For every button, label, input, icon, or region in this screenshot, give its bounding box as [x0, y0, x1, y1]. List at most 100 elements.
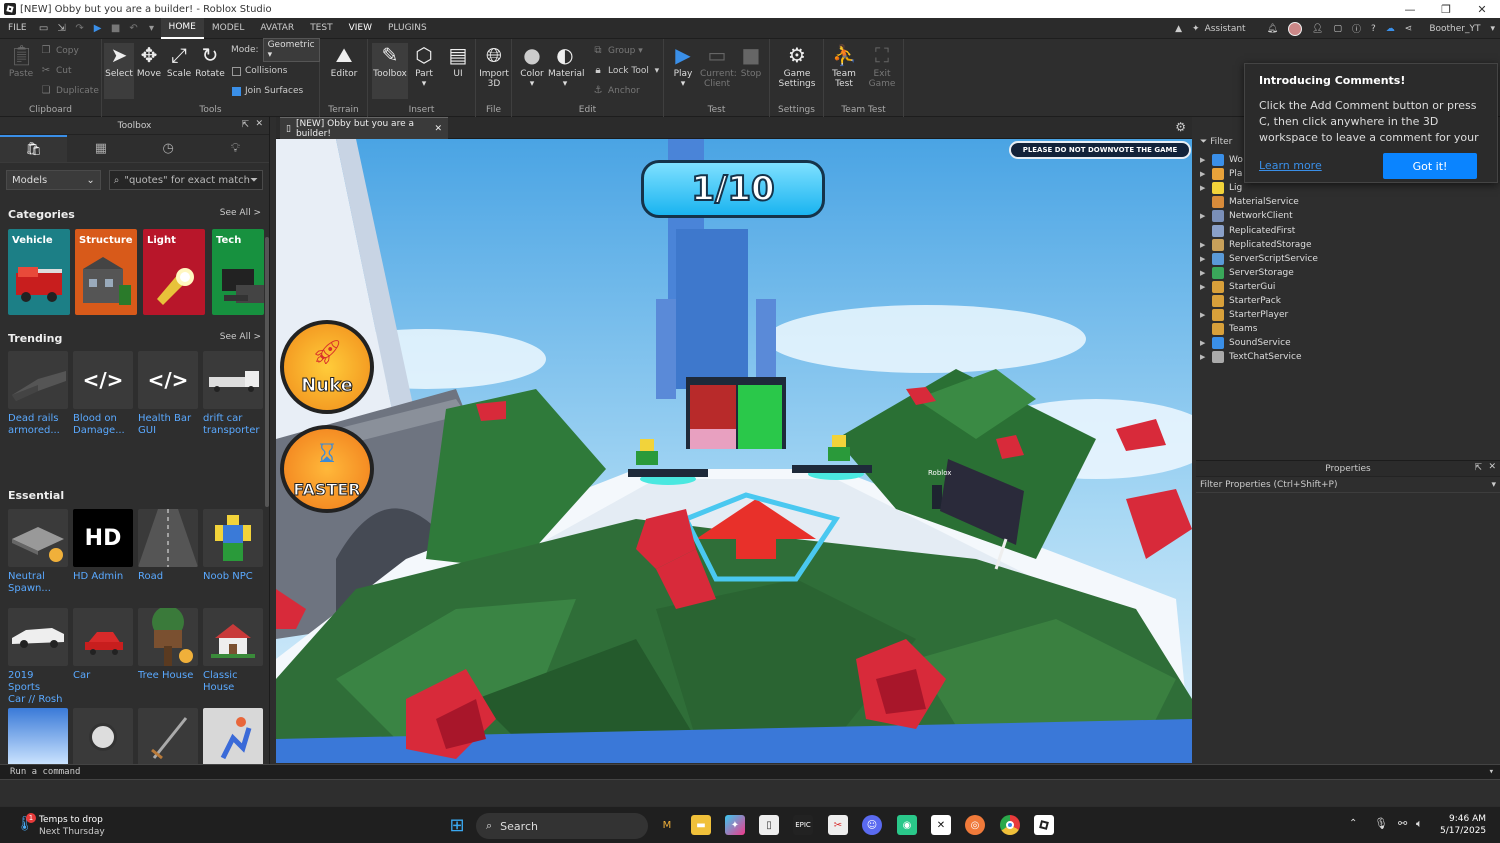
chat-icon[interactable]: ▢: [1333, 24, 1342, 34]
stop-button[interactable]: ■ Stop: [736, 43, 766, 79]
play-quick-icon[interactable]: ▶: [89, 18, 107, 39]
asset-sports-car[interactable]: 2019 Sports Car // Rosh: [8, 608, 68, 706]
3d-viewport[interactable]: 1/10 PLEASE DO NOT DOWNVOTE THE GAME 🚀︎ …: [276, 139, 1192, 763]
discord-icon[interactable]: ☺: [862, 815, 882, 835]
asset-neutral-spawn[interactable]: Neutral Spawn...: [8, 509, 68, 595]
categories-see-all[interactable]: See All >: [220, 208, 261, 218]
join-surfaces-toggle[interactable]: Join Surfaces: [232, 84, 303, 98]
command-input[interactable]: Run a command: [10, 767, 1489, 777]
trending-see-all[interactable]: See All >: [220, 332, 261, 342]
category-light[interactable]: Light: [143, 229, 205, 315]
terrain-editor-button[interactable]: ⛰ Editor: [329, 43, 359, 79]
duplicate-button[interactable]: ❏ Duplicate: [40, 84, 99, 98]
avatar[interactable]: [1288, 21, 1303, 36]
explorer-item[interactable]: Teams: [1200, 322, 1257, 336]
document-tab[interactable]: ▯ [NEW] Obby but you are a builder! ✕: [280, 117, 448, 139]
toolbox-scrollbar[interactable]: [265, 237, 269, 507]
new-file-icon[interactable]: ▭: [35, 18, 53, 39]
add-friend-icon[interactable]: 👤︎: [1312, 24, 1323, 34]
properties-close-icon[interactable]: ✕: [1488, 462, 1496, 472]
explorer-item[interactable]: ▶ Pla: [1200, 167, 1242, 181]
explorer-item[interactable]: ▶ StarterGui: [1200, 280, 1275, 294]
category-structure[interactable]: Structure: [75, 229, 137, 315]
collapse-ribbon-icon[interactable]: ▲: [1175, 24, 1182, 34]
menu-model[interactable]: MODEL: [204, 18, 252, 39]
open-file-icon[interactable]: ⇲: [53, 18, 71, 39]
android-app-icon[interactable]: ◉: [897, 815, 917, 835]
wifi-icon[interactable]: ⚯: [1398, 817, 1407, 830]
color-dropdown-icon[interactable]: ▾: [530, 79, 535, 89]
undock-icon[interactable]: ⇱: [241, 120, 249, 130]
menu-plugins[interactable]: PLUGINS: [380, 18, 435, 39]
assistant-icon[interactable]: ✦: [1192, 24, 1200, 34]
join-surfaces-checkbox[interactable]: [232, 86, 241, 96]
notification-icon[interactable]: 🔔︎: [1267, 24, 1278, 34]
color-button[interactable]: ● Color ▾: [517, 43, 547, 89]
asset-sword[interactable]: [138, 708, 198, 766]
explorer-item[interactable]: ▶ ServerStorage: [1200, 266, 1294, 280]
group-button[interactable]: ⧉ Group ▾: [592, 44, 642, 58]
learn-more-link[interactable]: Learn more: [1259, 159, 1322, 172]
explorer-item[interactable]: ▶ Wo: [1200, 153, 1243, 167]
expand-arrow-icon[interactable]: ▶: [1200, 339, 1212, 347]
expand-arrow-icon[interactable]: ▶: [1200, 353, 1212, 361]
app-icon-gmail[interactable]: M: [657, 815, 677, 835]
username[interactable]: Boother_YT: [1429, 24, 1480, 34]
minimize-icon[interactable]: —: [1392, 0, 1428, 18]
command-dropdown-icon[interactable]: ▾: [1489, 767, 1494, 777]
explorer-item[interactable]: ▶ SoundService: [1200, 336, 1291, 350]
asset-skybox[interactable]: [8, 708, 68, 766]
select-button[interactable]: ➤ Select: [104, 43, 134, 99]
expand-arrow-icon[interactable]: ▶: [1200, 170, 1212, 178]
snipping-tool-icon[interactable]: ✂: [828, 815, 848, 835]
redo-arrow-icon[interactable]: ↷: [71, 18, 89, 39]
quick-access-dropdown-icon[interactable]: ▾: [143, 18, 161, 39]
current-client-button[interactable]: ▭ Current: Client: [700, 43, 737, 89]
explorer-item[interactable]: MaterialService: [1200, 195, 1299, 209]
game-settings-button[interactable]: ⚙ Game Settings: [778, 43, 816, 89]
asset-road[interactable]: Road: [138, 509, 198, 583]
faster-button[interactable]: ⌛︎ FASTER: [280, 425, 374, 513]
toolbox-close-icon[interactable]: ✕: [255, 119, 263, 129]
copy-button[interactable]: ❐ Copy: [40, 44, 79, 58]
mode-dropdown[interactable]: Geometric ▾: [262, 38, 320, 62]
nuke-button[interactable]: 🚀︎ Nuke: [280, 320, 374, 414]
explorer-filter[interactable]: ⏷ Filter: [1200, 137, 1232, 147]
tab-marketplace[interactable]: 🛍︎: [0, 135, 68, 162]
filter-icon[interactable]: ⏷: [250, 175, 258, 186]
expand-arrow-icon[interactable]: ▶: [1200, 156, 1212, 164]
user-dropdown-icon[interactable]: ▾: [1490, 24, 1495, 34]
swirl-app-icon[interactable]: ◎: [965, 815, 985, 835]
info-icon[interactable]: ?: [1371, 24, 1376, 34]
part-dropdown-icon[interactable]: ▾: [422, 79, 427, 89]
mode-selector[interactable]: Mode: Geometric ▾: [231, 38, 320, 62]
expand-arrow-icon[interactable]: ▶: [1200, 269, 1212, 277]
part-button[interactable]: ⬡ Part ▾: [409, 43, 439, 89]
explorer-item[interactable]: ▶ TextChatService: [1200, 350, 1302, 364]
menu-file[interactable]: FILE: [0, 18, 35, 39]
asset-drift-car-transporter[interactable]: drift car transporter: [203, 351, 263, 437]
explorer-item[interactable]: StarterPack: [1200, 294, 1281, 308]
lock-tool-button[interactable]: 🔒︎ Lock Tool ▾: [592, 64, 659, 78]
notepad-icon[interactable]: ▯: [759, 815, 779, 835]
exit-game-button[interactable]: ⛶ Exit Game: [867, 43, 897, 89]
command-bar[interactable]: Run a command ▾: [0, 764, 1500, 780]
team-test-button[interactable]: ⛹ Team Test: [829, 43, 859, 89]
got-it-button[interactable]: Got it!: [1383, 153, 1477, 179]
share-icon[interactable]: ⋖: [1405, 24, 1413, 34]
toolbox-button[interactable]: ✎ Toolbox: [372, 43, 408, 99]
category-tech[interactable]: Tech: [212, 229, 264, 315]
roblox-studio-taskbar-icon[interactable]: [1034, 815, 1054, 835]
import-3d-button[interactable]: 🌐︎ Import 3D: [479, 43, 509, 89]
play-button[interactable]: ▶ Play ▾: [668, 43, 698, 89]
tab-inventory[interactable]: ▦: [67, 135, 134, 162]
asset-blood-on-damage[interactable]: </> Blood on Damage...: [73, 351, 133, 437]
play-dropdown-icon[interactable]: ▾: [681, 79, 686, 89]
asset-dead-rails[interactable]: Dead rails armored...: [8, 351, 68, 437]
weather-widget[interactable]: 🌡︎ 1 Temps to drop Next Thursday: [14, 813, 124, 839]
asset-runner[interactable]: [203, 708, 263, 766]
tray-expand-icon[interactable]: ⌃: [1349, 818, 1357, 829]
asset-classic-house[interactable]: Classic House: [203, 608, 263, 694]
material-button[interactable]: ◐ Material ▾: [548, 43, 585, 89]
windows-start-icon[interactable]: ⊞: [447, 815, 467, 836]
